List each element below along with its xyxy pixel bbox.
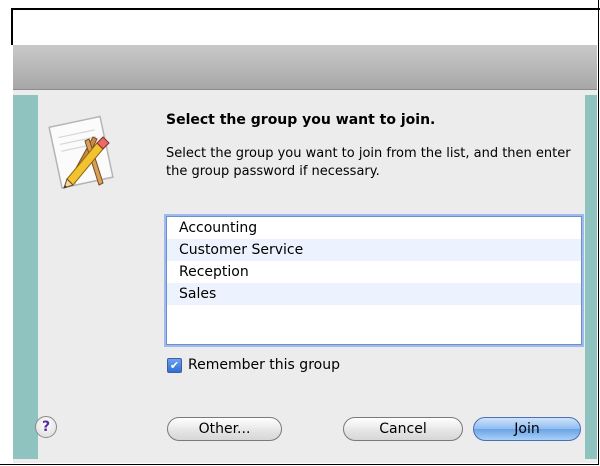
dialog-description: Select the group you want to join from t… xyxy=(166,146,571,179)
remember-group-label[interactable]: Remember this group xyxy=(188,357,340,373)
remember-group-option[interactable]: ✔ Remember this group xyxy=(167,357,340,373)
join-button[interactable]: Join xyxy=(473,417,581,441)
dialog-titlebar[interactable] xyxy=(13,45,597,90)
list-item[interactable]: Reception xyxy=(167,261,581,283)
cancel-button[interactable]: Cancel xyxy=(343,417,463,441)
dialog-heading: Select the group you want to join. xyxy=(166,112,436,128)
text-edit-pencil-icon xyxy=(37,107,127,197)
group-list[interactable]: Accounting Customer Service Reception Sa… xyxy=(166,216,582,345)
list-item[interactable]: Customer Service xyxy=(167,239,581,261)
checkmark-icon: ✔ xyxy=(169,358,180,372)
list-item[interactable]: Accounting xyxy=(167,217,581,239)
list-item-empty[interactable] xyxy=(167,305,581,327)
right-highlight-strip xyxy=(585,95,597,459)
list-item[interactable]: Sales xyxy=(167,283,581,305)
other-button[interactable]: Other... xyxy=(167,417,282,441)
join-group-dialog: Select the group you want to join. Selec… xyxy=(13,45,597,463)
help-question-icon[interactable]: ? xyxy=(35,416,57,438)
left-highlight-strip xyxy=(13,95,38,459)
callout-line-vertical xyxy=(11,8,13,45)
callout-line-horizontal xyxy=(11,8,600,10)
remember-group-checkbox[interactable]: ✔ xyxy=(167,357,182,373)
